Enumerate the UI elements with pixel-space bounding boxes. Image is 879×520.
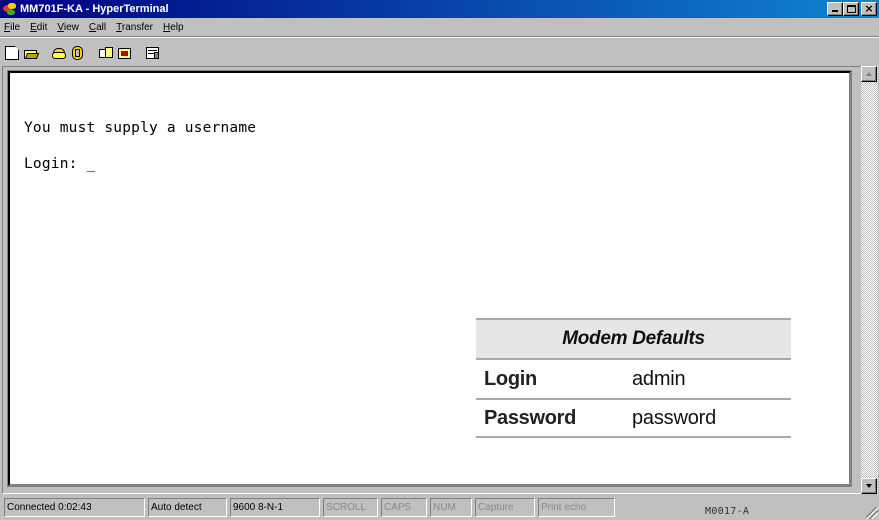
menu-view[interactable]: View (56, 22, 80, 33)
vertical-scrollbar[interactable] (861, 66, 878, 494)
new-connection-button[interactable] (2, 43, 20, 61)
menu-call[interactable]: Call (88, 22, 107, 33)
menu-transfer-label: ransfer (121, 21, 153, 33)
status-scroll: SCROLL (323, 498, 378, 517)
menu-call-label: all (96, 21, 107, 33)
disconnect-button[interactable] (68, 43, 86, 61)
minimize-button[interactable] (827, 2, 843, 16)
defaults-row-password: Password password (476, 398, 791, 438)
defaults-value: password (632, 406, 716, 429)
send-button[interactable] (96, 43, 114, 61)
open-folder-icon (24, 46, 40, 60)
window-controls: × (827, 2, 877, 16)
menu-view-label: iew (63, 21, 79, 33)
menu-file-label: ile (10, 21, 21, 33)
scroll-down-button[interactable] (861, 478, 877, 494)
menu-transfer[interactable]: Transfer (115, 22, 154, 33)
defaults-value: admin (632, 367, 686, 390)
open-button[interactable] (21, 43, 40, 61)
status-print-echo: Print echo (538, 498, 615, 517)
menu-help-label: elp (170, 21, 184, 33)
send-file-icon (99, 46, 113, 60)
defaults-key: Password (484, 406, 577, 429)
menu-bar: File Edit View Call Transfer Help (0, 19, 193, 35)
menu-help[interactable]: Help (162, 22, 185, 33)
menu-edit-accel: E (30, 21, 37, 33)
arrow-up-icon (866, 72, 872, 76)
menu-edit[interactable]: Edit (29, 22, 48, 33)
status-caps: CAPS (381, 498, 427, 517)
maximize-icon (847, 5, 856, 13)
scroll-track[interactable] (861, 66, 878, 494)
disconnect-icon (71, 46, 85, 60)
status-detect: Auto detect (148, 498, 227, 517)
arrow-down-icon (866, 484, 872, 488)
login-prompt: Login: (24, 156, 87, 172)
close-icon: × (864, 2, 874, 15)
new-file-icon (5, 46, 19, 60)
scroll-up-button[interactable] (861, 66, 877, 82)
title-bar[interactable]: MM701F-KA - HyperTerminal × (0, 0, 879, 18)
maximize-button[interactable] (843, 2, 859, 16)
menu-file[interactable]: File (3, 22, 21, 33)
close-button[interactable]: × (861, 2, 877, 16)
terminal-login-line: Login: _ (24, 156, 95, 172)
minimize-icon (832, 10, 838, 12)
call-phone-icon (52, 46, 66, 60)
defaults-key: Login (484, 367, 537, 390)
status-capture: Capture (475, 498, 535, 517)
figure-code: M0017-A (705, 506, 750, 517)
properties-button[interactable] (143, 43, 161, 61)
resize-grip[interactable] (866, 507, 878, 519)
toolbar-separator (0, 36, 879, 38)
menu-edit-label: dit (36, 21, 48, 33)
hyperterminal-app-icon[interactable] (3, 2, 17, 16)
status-num: NUM (430, 498, 472, 517)
receive-button[interactable] (115, 43, 133, 61)
text-cursor: _ (86, 156, 96, 172)
terminal-message: You must supply a username (24, 120, 257, 136)
status-connected: Connected 0:02:43 (4, 498, 145, 517)
status-port-settings: 9600 8-N-1 (230, 498, 320, 517)
defaults-row-login: Login admin (476, 358, 791, 398)
properties-icon (146, 46, 160, 60)
modem-defaults-heading: Modem Defaults (476, 318, 791, 358)
window-title: MM701F-KA - HyperTerminal (20, 3, 169, 15)
toolbar (2, 40, 162, 64)
call-button[interactable] (49, 43, 67, 61)
receive-file-icon (118, 46, 132, 60)
modem-defaults-table: Modem Defaults Login admin Password pass… (476, 318, 791, 438)
